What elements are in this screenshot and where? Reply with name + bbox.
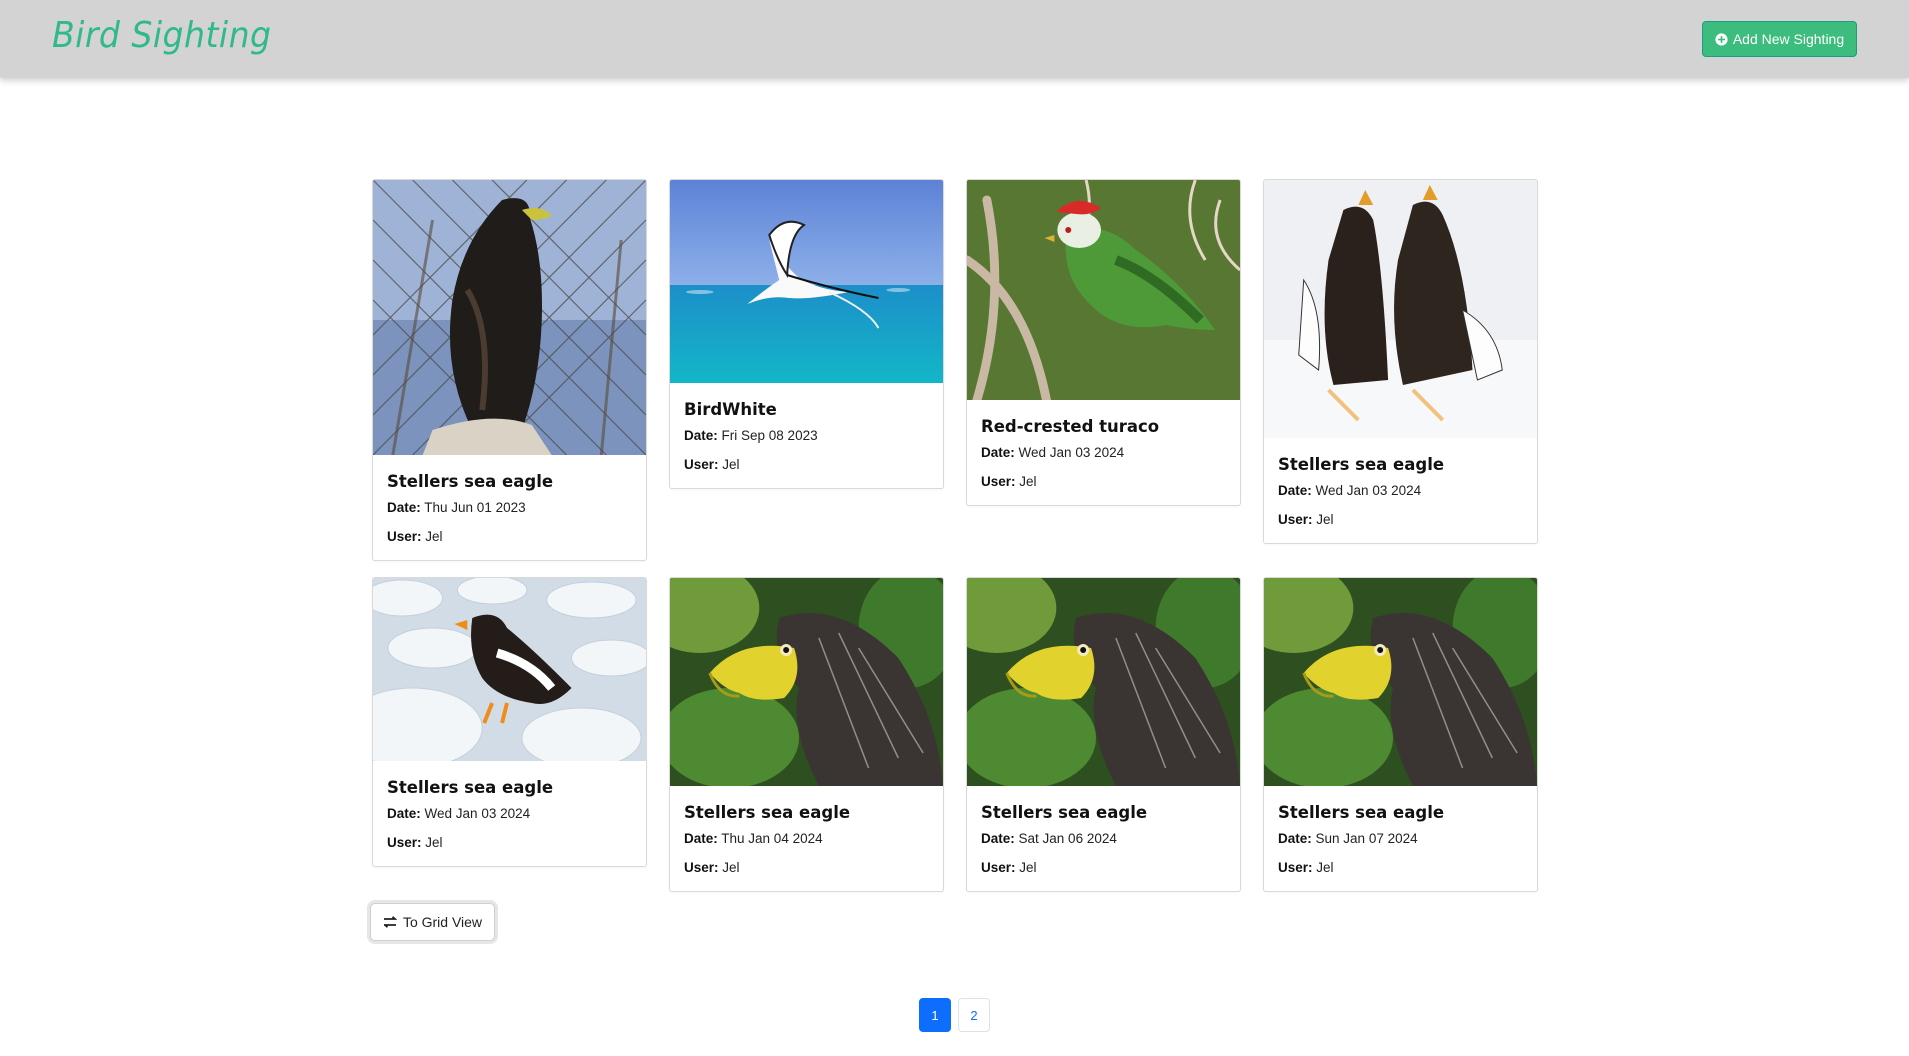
plus-circle-icon: [1715, 32, 1728, 46]
sighting-card[interactable]: Stellers sea eagle Date: Wed Jan 03 2024…: [372, 577, 647, 867]
card-title: Stellers sea eagle: [1278, 803, 1445, 822]
card-title: Red-crested turaco: [981, 417, 1160, 436]
add-new-sighting-button[interactable]: Add New Sighting: [1702, 21, 1857, 57]
card-date: Date: Wed Jan 03 2024: [1278, 483, 1422, 498]
add-new-sighting-label: Add New Sighting: [1732, 31, 1845, 47]
bird-photo: [967, 180, 1240, 400]
card-title: Stellers sea eagle: [684, 803, 851, 822]
card-user: User: Jel: [684, 860, 740, 875]
card-date: Date: Wed Jan 03 2024: [387, 806, 531, 821]
card-user: User: Jel: [1278, 860, 1334, 875]
bird-photo: [670, 578, 943, 786]
card-title: Stellers sea eagle: [387, 472, 554, 491]
bird-photo: [373, 578, 646, 761]
sighting-card[interactable]: Stellers sea eagle Date: Sat Jan 06 2024…: [966, 577, 1241, 892]
sighting-card[interactable]: Red-crested turaco Date: Wed Jan 03 2024…: [966, 179, 1241, 506]
card-date: Date: Thu Jun 01 2023: [387, 500, 526, 515]
page-1-button[interactable]: 1: [919, 998, 951, 1032]
card-user: User: Jel: [981, 474, 1037, 489]
card-date: Date: Wed Jan 03 2024: [981, 445, 1125, 460]
to-grid-view-button[interactable]: To Grid View: [370, 903, 495, 941]
card-date: Date: Thu Jan 04 2024: [684, 831, 823, 846]
top-navbar: Bird Sighting Add New Sighting: [0, 0, 1909, 78]
sighting-card[interactable]: Stellers sea eagle Date: Wed Jan 03 2024…: [1263, 179, 1538, 544]
sighting-card[interactable]: Stellers sea eagle Date: Thu Jun 01 2023…: [372, 179, 647, 561]
sighting-card[interactable]: Stellers sea eagle Date: Thu Jan 04 2024…: [669, 577, 944, 892]
card-date: Date: Sat Jan 06 2024: [981, 831, 1117, 846]
to-grid-view-label: To Grid View: [402, 914, 483, 930]
bird-photo: [1264, 578, 1537, 786]
sighting-card[interactable]: Stellers sea eagle Date: Sun Jan 07 2024…: [1263, 577, 1538, 892]
sighting-card[interactable]: BirdWhite Date: Fri Sep 08 2023 User: Je…: [669, 179, 944, 489]
card-title: Stellers sea eagle: [981, 803, 1148, 822]
card-title: Stellers sea eagle: [1278, 455, 1445, 474]
swap-arrows-icon: [383, 916, 397, 928]
bird-photo: [1264, 180, 1537, 438]
card-user: User: Jel: [684, 457, 740, 472]
card-date: Date: Sun Jan 07 2024: [1278, 831, 1418, 846]
card-title: Stellers sea eagle: [387, 778, 554, 797]
bird-photo: [373, 180, 646, 455]
card-date: Date: Fri Sep 08 2023: [684, 428, 818, 443]
card-user: User: Jel: [387, 835, 443, 850]
card-user: User: Jel: [981, 860, 1037, 875]
page-2-button[interactable]: 2: [958, 998, 990, 1032]
card-user: User: Jel: [387, 529, 443, 544]
bird-photo: [670, 180, 943, 383]
bird-photo: [967, 578, 1240, 786]
brand-title[interactable]: Bird Sighting: [52, 12, 272, 60]
pagination: 1 2: [919, 998, 990, 1032]
card-title: BirdWhite: [684, 400, 777, 419]
card-user: User: Jel: [1278, 512, 1334, 527]
